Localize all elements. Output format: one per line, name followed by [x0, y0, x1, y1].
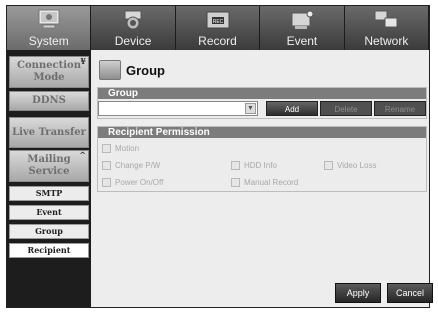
- chevron-down-icon[interactable]: ▼: [245, 103, 256, 114]
- recipient-permission-section: Recipient Permission Motion Change P/W H…: [97, 126, 427, 192]
- sidebar-subitem-smtp[interactable]: SMTP: [9, 186, 89, 201]
- hdd-info-checkbox[interactable]: [231, 161, 240, 170]
- top-tab-bar: System Device REC Record Event Network: [7, 6, 430, 50]
- settings-window: System Device REC Record Event Network ¥…: [6, 5, 433, 308]
- sidebar-subitem-event[interactable]: Event: [9, 205, 89, 220]
- sidebar-subitem-group[interactable]: Group: [9, 224, 89, 239]
- sidebar-subitem-recipient[interactable]: Recipient: [9, 243, 89, 258]
- motion-label: Motion: [115, 144, 140, 153]
- sidebar-item-ddns[interactable]: DDNS: [9, 91, 89, 111]
- tab-record[interactable]: REC Record: [175, 6, 261, 50]
- power-onoff-label: Power On/Off: [115, 178, 164, 187]
- collapse-icon: ¥: [80, 56, 86, 66]
- sidebar-item-label: Connection Mode: [17, 60, 81, 83]
- power-onoff-checkbox[interactable]: [102, 178, 111, 187]
- sidebar-item-label: DDNS: [32, 95, 66, 106]
- add-button[interactable]: Add: [266, 101, 318, 116]
- group-section-header: Group: [98, 88, 426, 99]
- video-loss-checkbox[interactable]: [324, 161, 333, 170]
- delete-button[interactable]: Delete: [320, 101, 372, 116]
- tab-system-label: System: [28, 34, 69, 48]
- tab-network[interactable]: Network: [344, 6, 430, 50]
- tab-event-label: Event: [286, 34, 318, 48]
- group-icon: [99, 60, 121, 80]
- sidebar-item-connection-mode[interactable]: ¥ Connection Mode: [9, 56, 89, 88]
- tab-device[interactable]: Device: [91, 6, 176, 50]
- change-pw-checkbox[interactable]: [102, 161, 111, 170]
- svg-text:REC: REC: [212, 19, 223, 25]
- content-panel: Group Group ▼ Add Delete Rename Recipien…: [91, 50, 433, 307]
- camera-icon: [124, 10, 142, 30]
- system-monitor-icon: [38, 9, 60, 29]
- permission-section-header: Recipient Permission: [98, 127, 426, 138]
- group-select[interactable]: ▼: [98, 101, 258, 116]
- expand-icon: ^: [79, 150, 86, 160]
- sidebar-item-label: Live Transfer: [12, 126, 86, 138]
- event-icon: [291, 10, 314, 29]
- tab-device-label: Device: [114, 34, 152, 48]
- network-icon: [374, 10, 398, 28]
- tab-record-label: Record: [198, 34, 237, 48]
- group-section: Group ▼ Add Delete Rename: [97, 87, 427, 119]
- rec-icon: REC: [206, 11, 230, 29]
- tab-system[interactable]: System: [7, 6, 92, 50]
- tab-event[interactable]: Event: [260, 6, 345, 50]
- change-pw-label: Change P/W: [115, 161, 161, 170]
- sidebar-item-live-transfer[interactable]: Live Transfer: [9, 117, 89, 148]
- sidebar: ¥ Connection Mode DDNS Live Transfer ^ M…: [7, 50, 91, 307]
- motion-checkbox[interactable]: [102, 144, 111, 153]
- hdd-info-label: HDD Info: [244, 161, 277, 170]
- manual-record-label: Manual Record: [244, 178, 299, 187]
- apply-button[interactable]: Apply: [335, 283, 381, 303]
- tab-network-label: Network: [364, 34, 409, 48]
- video-loss-label: Video Loss: [337, 161, 377, 170]
- cancel-button[interactable]: Cancel: [387, 283, 433, 303]
- sidebar-item-label: Mailing Service: [27, 154, 71, 177]
- page-title: Group: [126, 63, 165, 78]
- rename-button[interactable]: Rename: [374, 101, 426, 116]
- manual-record-checkbox[interactable]: [231, 178, 240, 187]
- group-select-value: [99, 107, 102, 117]
- sidebar-item-mailing-service[interactable]: ^ Mailing Service: [9, 150, 89, 182]
